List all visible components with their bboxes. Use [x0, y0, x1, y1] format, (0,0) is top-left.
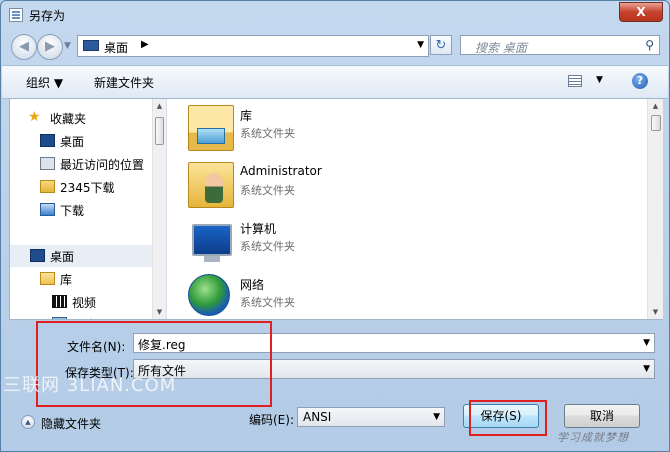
window-title: 另存为 — [29, 9, 66, 23]
scrollbar-thumb[interactable] — [651, 115, 661, 131]
notepad-icon — [9, 8, 23, 22]
sidebar-item-label: 最近访问的位置 — [60, 158, 145, 172]
scroll-down-icon[interactable]: ▼ — [153, 305, 166, 319]
file-list-scrollbar[interactable]: ▲ ▼ — [647, 99, 663, 319]
filetype-dropdown-icon[interactable]: ▼ — [643, 364, 650, 374]
sidebar-item-label: 桌面 — [60, 135, 85, 149]
computer-icon — [192, 224, 232, 262]
sidebar-item-recent-places[interactable]: 最近访问的位置 — [10, 153, 152, 175]
navigation-pane: ★ 收藏夹 桌面 最近访问的位置 2345下载 下载 桌面 库 视频 ▲ ▼ — [10, 99, 167, 319]
history-dropdown-icon[interactable]: ▼ — [64, 41, 71, 51]
address-bar[interactable]: 桌面 ▶ ▼ — [77, 35, 429, 57]
signature-watermark: 学习成就梦想 — [557, 431, 629, 444]
filename-dropdown-icon[interactable]: ▼ — [643, 338, 650, 348]
sidebar-item-label: 库 — [60, 273, 73, 287]
watermark-text: 三联网 3LIAN.COM — [3, 375, 177, 396]
sidebar-item-videos[interactable]: 视频 — [10, 291, 152, 313]
breadcrumb-arrow-icon[interactable]: ▶ — [141, 39, 149, 50]
sidebar-item-label: 2345下载 — [60, 181, 115, 195]
library-icon — [188, 105, 234, 151]
search-input[interactable]: 搜索 桌面 ⚲ — [460, 35, 660, 55]
scroll-up-icon[interactable]: ▲ — [153, 99, 166, 113]
hide-folders-toggle[interactable]: 隐藏文件夹 — [41, 415, 101, 432]
sidebar-item-label: 视频 — [72, 296, 97, 310]
search-icon[interactable]: ⚲ — [645, 38, 654, 52]
sidebar-item-favorites[interactable]: ★ 收藏夹 — [10, 107, 152, 129]
dialog-footer: ▲ 隐藏文件夹 编码(E): ANSI ▼ 保存(S) 取消 学习成就梦想 — [1, 399, 669, 451]
save-as-dialog: 另存为 X ◀ ▶ ▼ 桌面 ▶ ▼ ↻ 搜索 桌面 ⚲ 组织 ▼ 新建文件夹 … — [0, 0, 670, 452]
file-type: 系统文件夹 — [240, 184, 295, 197]
pictures-icon — [52, 317, 67, 319]
sidebar-item-2345-downloads[interactable]: 2345下载 — [10, 176, 152, 198]
view-options-icon[interactable] — [568, 75, 582, 87]
file-item-administrator[interactable]: Administrator 系统文件夹 — [186, 160, 486, 212]
sidebar-item-desktop-root[interactable]: 桌面 — [10, 245, 152, 267]
file-name: 网络 — [240, 278, 265, 292]
help-icon[interactable]: ? — [632, 73, 648, 89]
cancel-button[interactable]: 取消 — [564, 404, 640, 428]
folder-icon — [40, 180, 55, 193]
navigation-scrollbar[interactable]: ▲ ▼ — [152, 99, 166, 319]
back-button[interactable]: ◀ — [11, 34, 37, 60]
desktop-icon — [30, 249, 45, 262]
encoding-select[interactable]: ANSI ▼ — [297, 407, 445, 427]
network-icon — [188, 274, 230, 316]
scroll-up-icon[interactable]: ▲ — [648, 99, 663, 113]
collapse-icon[interactable]: ▲ — [21, 415, 35, 429]
search-placeholder: 搜索 桌面 — [475, 41, 527, 55]
sidebar-item-label: 下载 — [60, 204, 85, 218]
sidebar-item-downloads[interactable]: 下载 — [10, 199, 152, 221]
file-name: 计算机 — [240, 222, 277, 236]
encoding-dropdown-icon[interactable]: ▼ — [433, 412, 440, 422]
desktop-icon — [83, 40, 99, 51]
library-icon — [40, 272, 55, 285]
file-item-computer[interactable]: 计算机 系统文件夹 — [186, 216, 486, 268]
refresh-button[interactable]: ↻ — [430, 35, 452, 55]
user-folder-icon — [188, 162, 234, 208]
close-button[interactable]: X — [619, 2, 663, 22]
sidebar-item-label: 图片 — [72, 316, 96, 319]
address-bar-row: ◀ ▶ ▼ 桌面 ▶ ▼ ↻ 搜索 桌面 ⚲ — [7, 31, 663, 61]
file-name: Administrator — [240, 164, 322, 178]
video-icon — [52, 295, 67, 308]
file-item-network[interactable]: 网络 系统文件夹 — [186, 272, 486, 324]
browser-pane: ★ 收藏夹 桌面 最近访问的位置 2345下载 下载 桌面 库 视频 ▲ ▼ 库… — [9, 98, 663, 320]
annotation-highlight-box — [469, 400, 547, 436]
star-icon: ★ — [28, 109, 41, 125]
sidebar-item-desktop[interactable]: 桌面 — [10, 130, 152, 152]
recent-places-icon — [40, 157, 55, 170]
sidebar-item-label: 收藏夹 — [50, 112, 87, 126]
file-type: 系统文件夹 — [240, 127, 295, 140]
organize-button[interactable]: 组织 ▼ — [26, 74, 63, 91]
forward-button[interactable]: ▶ — [37, 34, 63, 60]
address-location[interactable]: 桌面 — [104, 39, 128, 56]
file-type: 系统文件夹 — [240, 240, 295, 253]
downloads-folder-icon — [40, 203, 55, 216]
encoding-value: ANSI — [303, 410, 332, 424]
file-name: 库 — [240, 109, 253, 123]
title-bar: 另存为 X — [1, 1, 669, 29]
file-type: 系统文件夹 — [240, 296, 295, 309]
scrollbar-thumb[interactable] — [155, 117, 164, 145]
encoding-label: 编码(E): — [249, 413, 294, 427]
command-toolbar: 组织 ▼ 新建文件夹 ▼ ? — [2, 65, 668, 99]
file-item-libraries[interactable]: 库 系统文件夹 — [186, 103, 486, 155]
view-dropdown-icon[interactable]: ▼ — [596, 75, 603, 85]
sidebar-item-libraries[interactable]: 库 — [10, 268, 152, 290]
scroll-down-icon[interactable]: ▼ — [648, 305, 663, 319]
desktop-icon — [40, 134, 55, 147]
sidebar-item-pictures[interactable]: 图片 — [10, 313, 152, 319]
new-folder-button[interactable]: 新建文件夹 — [94, 74, 154, 91]
address-dropdown-icon[interactable]: ▼ — [417, 40, 424, 50]
sidebar-item-label: 桌面 — [50, 250, 75, 264]
